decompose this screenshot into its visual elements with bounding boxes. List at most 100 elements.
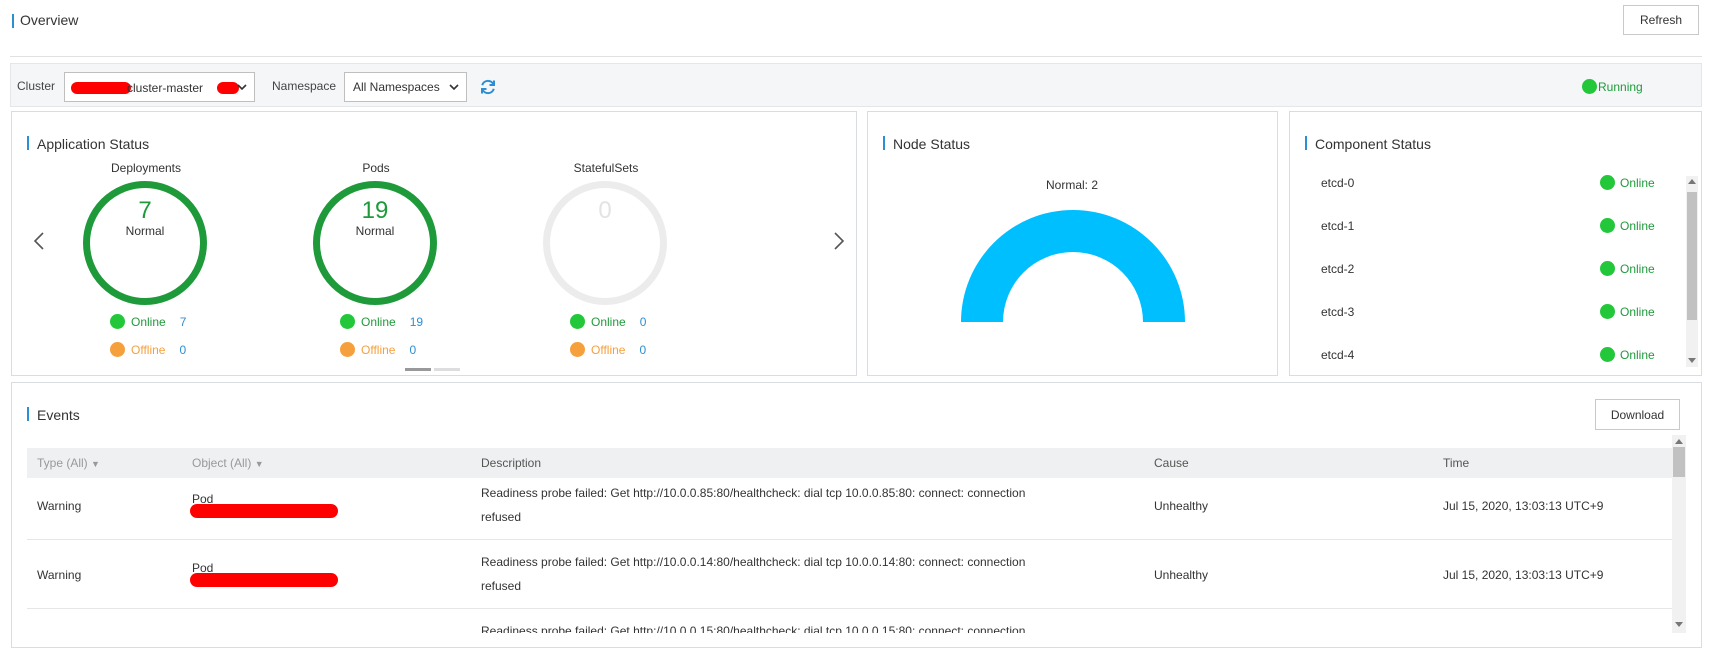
event-description: Readiness probe failed: Get http://10.0.… [481, 555, 1026, 569]
download-button[interactable]: Download [1595, 399, 1680, 430]
statefulsets-offline-row: Offline 0 [570, 342, 646, 357]
online-dot [1600, 347, 1615, 362]
panel-title-bar [27, 136, 29, 150]
cluster-select-value: cluster-master [127, 81, 204, 95]
events-scrollbar-thumb[interactable] [1673, 447, 1685, 477]
description-header: Description [481, 456, 542, 470]
component-status: Online [1620, 305, 1655, 319]
chevron-down-icon [237, 84, 247, 91]
header-divider [10, 56, 1702, 57]
chevron-down-icon [449, 84, 459, 91]
caret-down-icon: ▼ [91, 459, 100, 469]
event-time: Jul 15, 2020, 13:03:13 UTC+9 [1443, 568, 1604, 582]
redaction-mark [190, 573, 338, 587]
online-label: Online [131, 314, 166, 329]
component-name: etcd-0 [1321, 176, 1355, 190]
refresh-button[interactable]: Refresh [1623, 5, 1699, 35]
deployments-count: 7 [138, 197, 152, 224]
redaction-mark [71, 82, 131, 94]
node-status-title: Node Status [893, 136, 971, 152]
online-dot [110, 314, 125, 329]
row-divider [27, 539, 1672, 540]
deployments-offline-row: Offline 0 [110, 342, 186, 357]
deployments-online-row: Online 7 [110, 314, 186, 329]
panel-title-bar [27, 407, 29, 421]
component-status: Online [1620, 219, 1655, 233]
online-dot [1600, 261, 1615, 276]
scroll-down-icon[interactable] [1688, 358, 1696, 364]
offline-count: 0 [179, 342, 187, 357]
type-header-label: Type (All) [37, 456, 88, 470]
event-description-cont: refused [481, 510, 522, 524]
event-description: Readiness probe failed: Get http://10.0.… [481, 624, 1026, 633]
panel-title-bar [1305, 136, 1307, 150]
event-type: Warning [37, 568, 82, 582]
namespace-label: Namespace [272, 79, 337, 93]
online-dot [570, 314, 585, 329]
statefulsets-online-row: Online 0 [570, 314, 646, 329]
pods-count: 19 [361, 197, 389, 224]
object-filter-header[interactable]: Object (All) ▼ [192, 456, 264, 470]
carousel-indicator[interactable] [434, 368, 460, 371]
component-status: Online [1620, 348, 1655, 362]
offline-label: Offline [131, 342, 166, 357]
online-dot [340, 314, 355, 329]
node-normal-label: Normal: 2 [1045, 178, 1098, 192]
pods-state: Normal [355, 224, 395, 238]
offline-count: 0 [409, 342, 417, 357]
events-table-header: Type (All) ▼ Object (All) ▼ Description … [27, 448, 1672, 478]
cluster-running-status: Running [1598, 80, 1643, 94]
pods-offline-row: Offline 0 [340, 342, 416, 357]
object-header-label: Object (All) [192, 456, 252, 470]
application-status-title: Application Status [37, 136, 150, 152]
scroll-up-icon[interactable] [1675, 438, 1683, 444]
scroll-up-icon[interactable] [1688, 178, 1696, 184]
pods-gauge: 19 Normal [313, 181, 437, 305]
cluster-label: Cluster [17, 79, 56, 93]
scroll-down-icon[interactable] [1675, 622, 1683, 628]
offline-label: Offline [591, 342, 626, 357]
online-dot [1600, 175, 1615, 190]
redaction-mark [190, 504, 338, 518]
panel-title-bar [883, 136, 885, 150]
carousel-indicator-active[interactable] [405, 368, 431, 371]
reload-icon[interactable] [479, 78, 497, 96]
cause-header: Cause [1154, 456, 1189, 470]
component-name: etcd-2 [1321, 262, 1355, 276]
offline-dot [340, 342, 355, 357]
pods-online-row: Online 19 [340, 314, 423, 329]
online-label: Online [591, 314, 626, 329]
type-filter-header[interactable]: Type (All) ▼ [37, 456, 100, 470]
component-status: Online [1620, 262, 1655, 276]
online-label: Online [361, 314, 396, 329]
filter-bar [10, 63, 1702, 107]
time-header: Time [1443, 456, 1470, 470]
deployments-gauge: 7 Normal [83, 181, 207, 305]
online-dot [1600, 304, 1615, 319]
online-count: 0 [639, 314, 647, 329]
chevron-right-icon[interactable] [832, 231, 846, 251]
deployments-state: Normal [125, 224, 165, 238]
node-status-gauge [961, 210, 1185, 322]
statefulsets-label: StatefulSets [573, 161, 639, 175]
namespace-select[interactable]: All Namespaces [344, 72, 467, 102]
offline-count: 0 [639, 342, 647, 357]
offline-dot [570, 342, 585, 357]
online-count: 7 [179, 314, 187, 329]
namespace-select-value: All Namespaces [353, 80, 440, 94]
online-dot [1600, 218, 1615, 233]
chevron-left-icon[interactable] [32, 231, 46, 251]
component-name: etcd-4 [1321, 348, 1355, 362]
component-scrollbar-thumb[interactable] [1687, 192, 1697, 320]
component-name: etcd-3 [1321, 305, 1355, 319]
online-count: 19 [409, 314, 424, 329]
deployments-label: Deployments [110, 161, 182, 175]
cluster-select[interactable]: cluster-master [64, 72, 255, 102]
event-description-cont: refused [481, 579, 522, 593]
event-type: Warning [37, 499, 82, 513]
event-description: Readiness probe failed: Get http://10.0.… [481, 486, 1026, 500]
offline-dot [110, 342, 125, 357]
component-status-title: Component Status [1315, 136, 1431, 152]
statefulsets-gauge: 0 [543, 181, 667, 305]
running-status-dot [1582, 79, 1597, 94]
